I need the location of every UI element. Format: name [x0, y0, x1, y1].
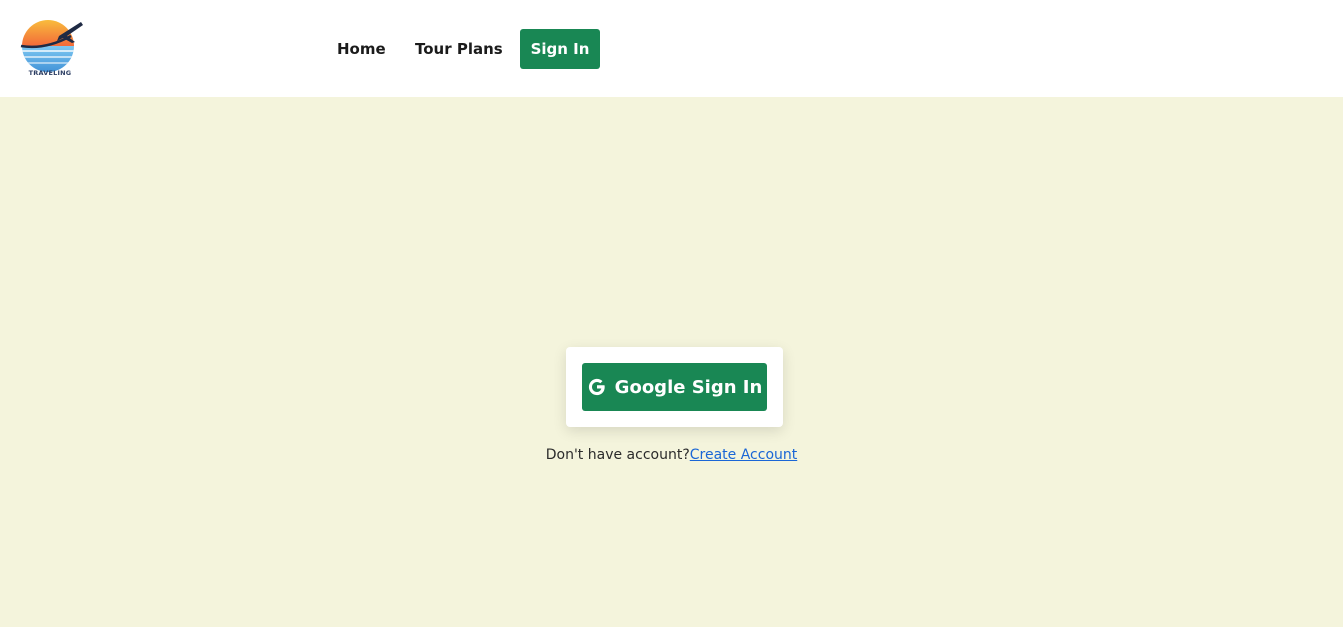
- google-sign-in-label: Google Sign In: [614, 376, 763, 398]
- nav-home-link[interactable]: Home: [337, 40, 386, 58]
- create-account-link[interactable]: Create Account: [690, 447, 798, 463]
- account-prompt-text: Don't have account?: [545, 447, 690, 463]
- signin-card: Google Sign In: [566, 347, 783, 427]
- google-icon: [587, 377, 607, 397]
- account-prompt: Don't have account?Create Account: [0, 446, 1343, 464]
- site-header: TRAVELING Home Tour Plans Sign In: [0, 0, 1343, 97]
- nav-sign-in-button[interactable]: Sign In: [520, 29, 600, 69]
- airplane-sunset-logo-icon: [20, 20, 83, 72]
- traveling-logo[interactable]: TRAVELING: [15, 16, 85, 80]
- main-content: Google Sign In Don't have account?Create…: [0, 97, 1343, 627]
- nav-sign-in-label: Sign In: [530, 40, 590, 58]
- google-sign-in-button[interactable]: Google Sign In: [582, 363, 767, 411]
- logo-text: TRAVELING: [28, 69, 72, 77]
- nav-tour-plans-link[interactable]: Tour Plans: [415, 40, 503, 58]
